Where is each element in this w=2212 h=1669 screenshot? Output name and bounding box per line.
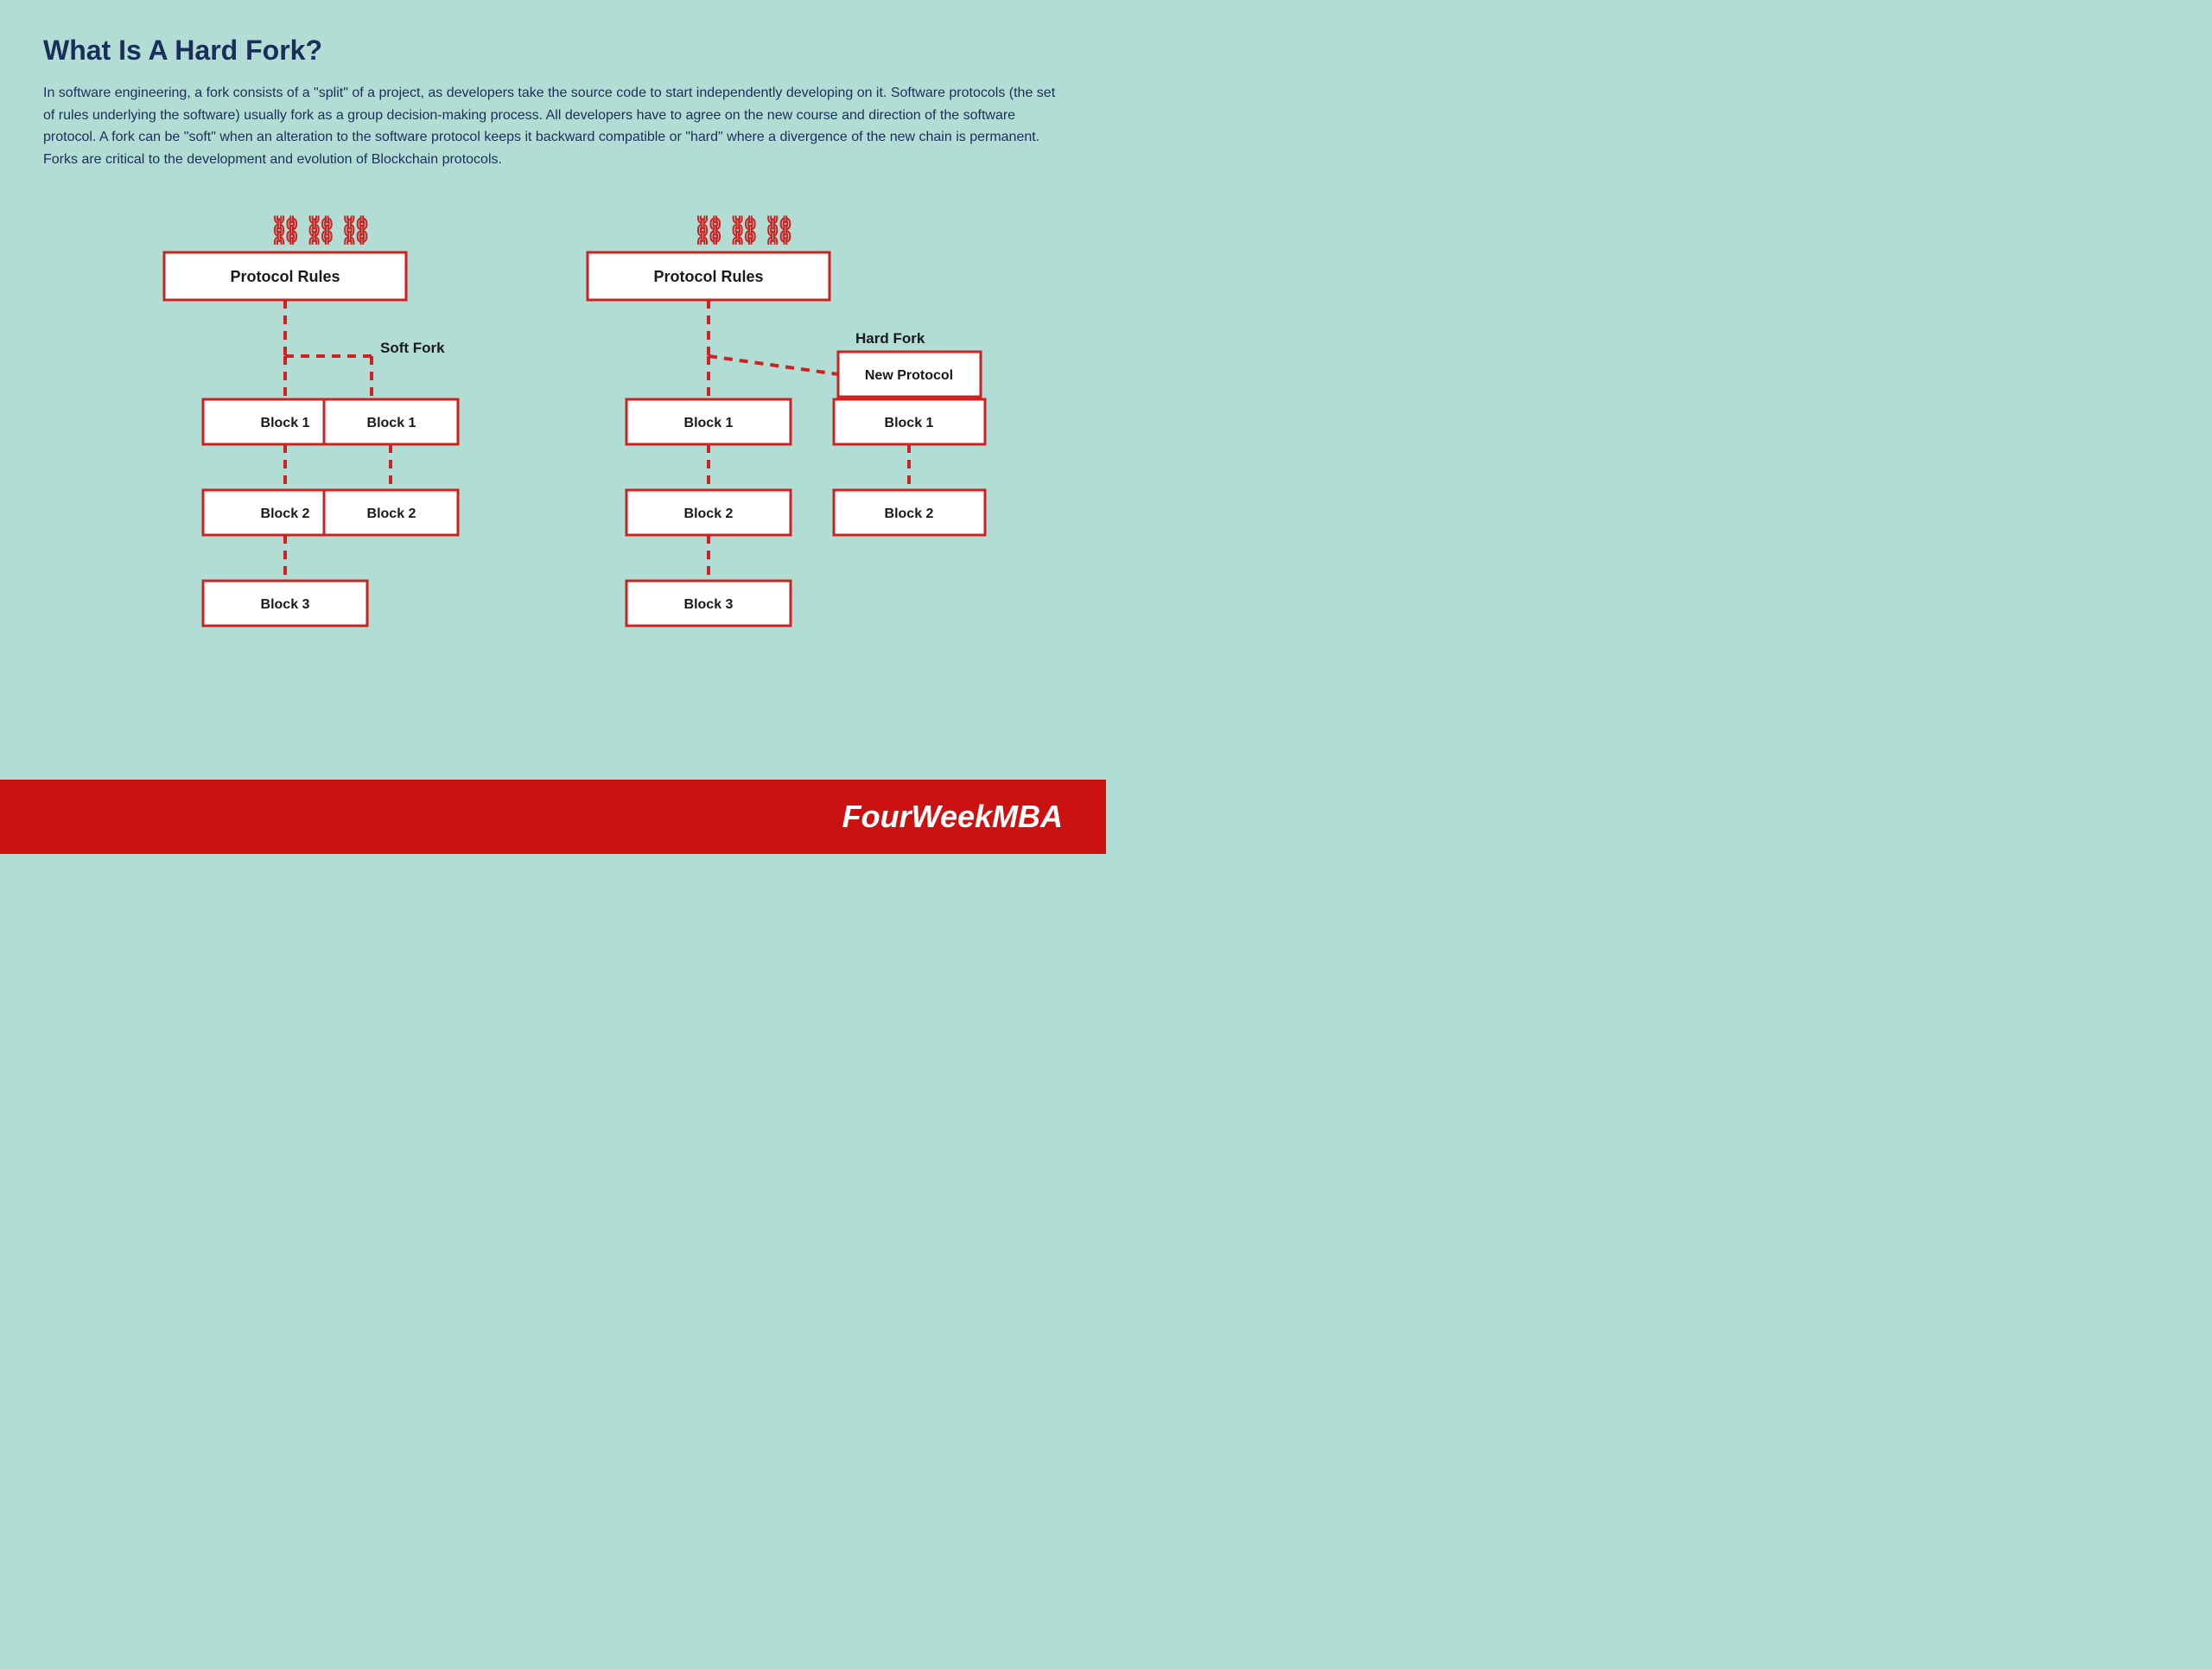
soft-left-block3: Block 3 bbox=[261, 597, 310, 612]
hard-fork-protocol-label: Protocol Rules bbox=[653, 268, 763, 285]
page-title: What Is A Hard Fork? bbox=[43, 35, 1063, 67]
soft-fork-icon: ⛓⛓⛓ bbox=[268, 214, 373, 245]
soft-fork-svg: ⛓⛓⛓ Protocol Rules Soft Fork Block 1 bbox=[112, 205, 493, 741]
hard-fork-label: Hard Fork bbox=[855, 330, 925, 347]
hard-right-block1: Block 1 bbox=[885, 416, 934, 430]
soft-fork-label: Soft Fork bbox=[380, 340, 445, 356]
brand-name: FourWeekMBA bbox=[842, 799, 1063, 834]
soft-fork-protocol-label: Protocol Rules bbox=[230, 268, 340, 285]
new-protocol-label: New Protocol bbox=[865, 368, 953, 383]
hard-fork-diagram: ⛓⛓⛓ Protocol Rules Hard Fork New Protoco… bbox=[562, 205, 994, 745]
hard-left-block1: Block 1 bbox=[684, 416, 734, 430]
hard-fork-icon: ⛓⛓⛓ bbox=[691, 214, 797, 245]
diagram-area: ⛓⛓⛓ Protocol Rules Soft Fork Block 1 bbox=[43, 205, 1063, 780]
soft-left-block1: Block 1 bbox=[261, 416, 310, 430]
soft-fork-diagram: ⛓⛓⛓ Protocol Rules Soft Fork Block 1 bbox=[112, 205, 493, 745]
soft-right-block2: Block 2 bbox=[367, 506, 416, 521]
hard-left-block2: Block 2 bbox=[684, 506, 734, 521]
hard-left-block3: Block 3 bbox=[684, 597, 734, 612]
main-container: What Is A Hard Fork? In software enginee… bbox=[0, 0, 1106, 780]
hard-right-block2: Block 2 bbox=[885, 506, 934, 521]
description-text: In software engineering, a fork consists… bbox=[43, 82, 1063, 170]
footer: FourWeekMBA bbox=[0, 780, 1106, 854]
soft-right-block1: Block 1 bbox=[367, 416, 416, 430]
soft-left-block2: Block 2 bbox=[261, 506, 310, 521]
hard-fork-svg: ⛓⛓⛓ Protocol Rules Hard Fork New Protoco… bbox=[562, 205, 994, 741]
